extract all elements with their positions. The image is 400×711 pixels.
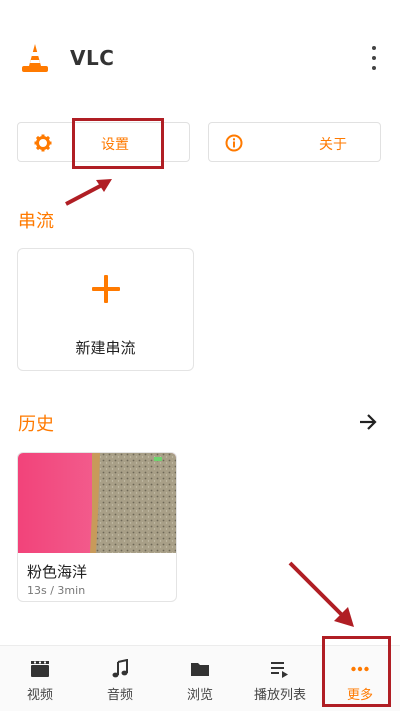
- history-item[interactable]: 粉色海洋 13s / 3min: [17, 452, 177, 602]
- arrow-right-icon[interactable]: [356, 410, 380, 434]
- music-note-icon: [112, 659, 128, 678]
- highlight-box-settings: [72, 118, 164, 169]
- app-title: VLC: [70, 46, 115, 70]
- about-button[interactable]: 关于: [208, 122, 381, 162]
- new-stream-card[interactable]: 新建串流: [17, 248, 194, 371]
- nav-item-playlist[interactable]: 播放列表: [240, 646, 320, 711]
- vlc-cone-logo-icon: [18, 42, 52, 76]
- new-stream-label: 新建串流: [75, 339, 136, 357]
- nav-label-browse: 浏览: [186, 688, 213, 703]
- annotation-arrow-more: [288, 561, 354, 627]
- nav-item-video[interactable]: 视频: [0, 646, 80, 711]
- nav-item-audio[interactable]: 音频: [80, 646, 160, 711]
- video-icon: [31, 661, 49, 677]
- annotation-arrow-settings: [65, 179, 112, 206]
- playlist-icon: [271, 662, 288, 678]
- video-thumbnail: [18, 453, 176, 553]
- info-icon: [225, 134, 243, 152]
- about-label: 关于: [319, 137, 347, 153]
- stream-section-title: 串流: [18, 211, 54, 232]
- history-section-title: 历史: [18, 414, 54, 435]
- plus-icon: [92, 275, 120, 303]
- gear-icon: [34, 134, 52, 152]
- nav-label-video: 视频: [26, 688, 53, 703]
- history-item-title: 粉色海洋: [27, 563, 88, 581]
- nav-label-audio: 音频: [106, 688, 133, 703]
- overflow-menu-icon[interactable]: [366, 46, 382, 70]
- nav-label-playlist: 播放列表: [253, 688, 306, 703]
- app-header: VLC: [0, 0, 400, 116]
- folder-icon: [191, 663, 209, 676]
- vlc-more-screen: VLC 设置 关于 串流 新建串流 历史 粉色海洋 13s / 3min 视频 …: [0, 0, 400, 711]
- nav-item-browse[interactable]: 浏览: [160, 646, 240, 711]
- highlight-box-more: [322, 636, 391, 707]
- history-item-progress: 13s / 3min: [27, 584, 86, 597]
